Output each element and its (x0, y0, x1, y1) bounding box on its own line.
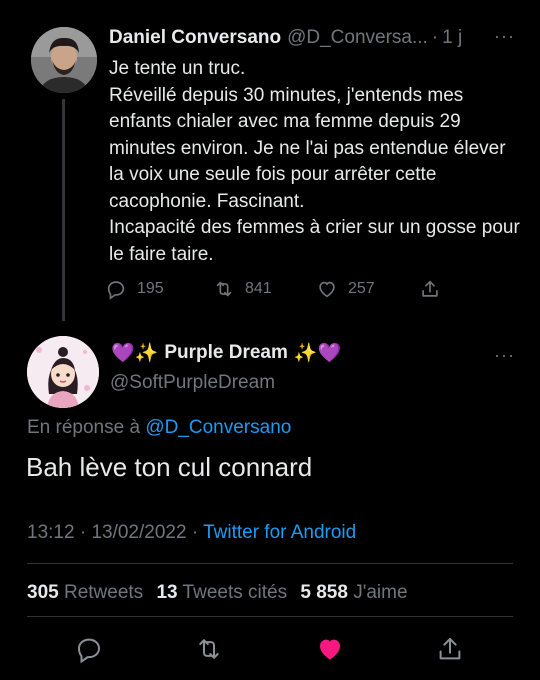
more-icon[interactable]: ··· (494, 26, 515, 47)
emoji-decoration: ✨💜 (293, 343, 342, 364)
tweet-text-line: Réveillé depuis 30 minutes, j'entends me… (109, 84, 506, 212)
thread-line (62, 99, 65, 321)
share-icon (439, 638, 461, 660)
reply-to-link[interactable]: @D_Conversano (145, 417, 291, 438)
tweet-actions: 195 841 257 (105, 275, 445, 303)
separator-dot: · (191, 522, 199, 543)
author-avatar[interactable] (31, 27, 97, 93)
tweet-actions (0, 630, 540, 670)
likes-count: 5 858 (300, 582, 348, 603)
separator-dot: · (431, 27, 439, 48)
share-button[interactable] (435, 634, 465, 664)
reply-count: 195 (137, 280, 164, 297)
quotes-count: 13 (156, 582, 178, 603)
separator-dot: · (79, 522, 87, 543)
retweets-label: Retweets (63, 582, 144, 603)
retweet-icon (216, 281, 232, 297)
like-count: 257 (348, 280, 375, 297)
author-name[interactable]: Purple Dream (164, 342, 288, 364)
tweet-meta: 13:12 · 13/02/2022 · Twitter for Android (27, 522, 356, 544)
more-icon[interactable]: ··· (494, 345, 515, 366)
likes-label: J'aime (353, 582, 408, 603)
tweet-age[interactable]: 1 j (442, 27, 462, 48)
author-name-line[interactable]: 💜✨ Purple Dream ✨💜 (111, 341, 341, 365)
retweets-stat[interactable]: 305 Retweets (27, 582, 151, 603)
reply-button[interactable] (74, 634, 104, 664)
tweet-stats: 305 Retweets 13 Tweets cités 5 858 J'aim… (27, 582, 416, 604)
tweet-text-line: Je tente un truc. (109, 58, 246, 79)
share-icon (422, 280, 438, 297)
author-handle[interactable]: @SoftPurpleDream (110, 372, 275, 394)
reply-icon (107, 281, 125, 300)
tweet-source[interactable]: Twitter for Android (203, 522, 356, 543)
tweet-time[interactable]: 13:12 (27, 522, 75, 543)
tweet-text: Bah lève ton cul connard (26, 452, 313, 482)
emoji-decoration: 💜✨ (111, 343, 159, 364)
like-icon (320, 639, 340, 660)
tweet-text: Je tente un truc. Réveillé depuis 30 min… (109, 56, 524, 268)
divider (27, 616, 513, 617)
retweet-button[interactable] (194, 634, 224, 664)
quotes-label: Tweets cités (182, 582, 288, 603)
retweet-button[interactable]: 841 (213, 275, 272, 303)
tweet-text-line: Incapacité des femmes à crier sur un gos… (109, 217, 520, 265)
reply-icon (77, 638, 101, 664)
author-name[interactable]: Daniel Conversano (109, 27, 281, 48)
share-button[interactable] (419, 275, 451, 303)
divider (27, 563, 513, 564)
like-button[interactable]: 257 (316, 275, 375, 303)
retweet-count: 841 (245, 280, 272, 297)
tweet-header: Daniel Conversano @D_Conversa... · 1 j (109, 27, 462, 49)
author-handle[interactable]: @D_Conversa... (287, 27, 428, 48)
author-avatar[interactable] (27, 336, 99, 408)
tweet-date[interactable]: 13/02/2022 (91, 522, 186, 543)
retweets-count: 305 (27, 582, 59, 603)
reply-button[interactable]: 195 (105, 275, 164, 303)
retweet-icon (199, 639, 219, 659)
quotes-stat[interactable]: 13 Tweets cités (156, 582, 295, 603)
likes-stat[interactable]: 5 858 J'aime (300, 582, 415, 603)
like-button[interactable] (315, 634, 345, 664)
parent-tweet[interactable]: Daniel Conversano @D_Conversa... · 1 j ··· … (0, 0, 540, 321)
reply-prefix: En réponse à (27, 417, 141, 438)
reply-context: En réponse à @D_Conversano (27, 417, 291, 439)
like-icon (319, 281, 335, 298)
